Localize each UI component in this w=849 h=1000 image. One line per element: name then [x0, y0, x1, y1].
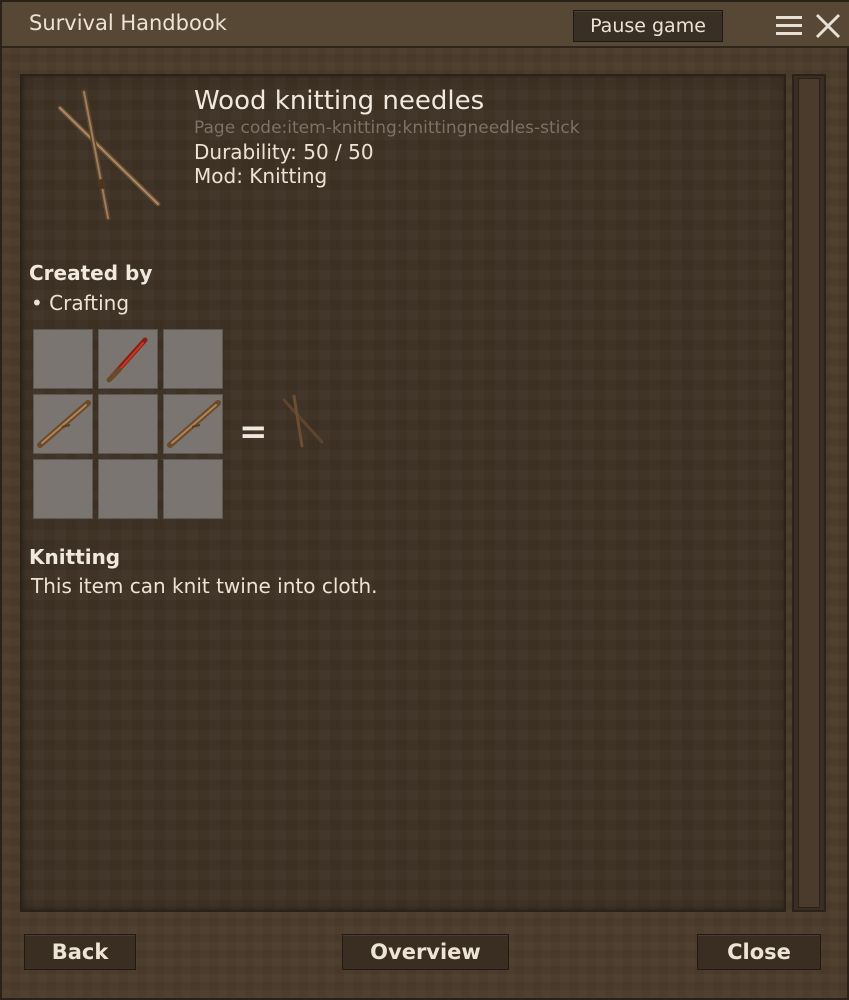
pause-game-button[interactable]: Pause game [573, 10, 723, 42]
grid-slot[interactable] [163, 394, 223, 454]
grid-slot[interactable] [33, 459, 93, 519]
knitting-needles-icon[interactable] [278, 392, 326, 448]
grid-slot[interactable] [98, 459, 158, 519]
handbook-window: Survival Handbook Pause game Wood knitti… [0, 0, 849, 1000]
crafting-grid [33, 329, 225, 521]
mod-text: Mod: Knitting [194, 164, 328, 188]
equals-sign: = [239, 412, 268, 452]
item-title: Wood knitting needles [194, 86, 485, 116]
grid-slot[interactable] [33, 394, 93, 454]
knife-icon [106, 337, 148, 383]
menu-icon[interactable] [774, 12, 804, 40]
created-by-heading: Created by [29, 261, 153, 285]
title-bar[interactable]: Survival Handbook Pause game [2, 2, 849, 48]
stick-icon [167, 400, 221, 448]
page-code: Page code:item-knitting:knittingneedles-… [194, 118, 580, 138]
knitting-heading: Knitting [29, 545, 121, 569]
grid-slot[interactable] [98, 329, 158, 389]
grid-slot[interactable] [163, 329, 223, 389]
back-button[interactable]: Back [24, 934, 136, 970]
scrollbar-thumb[interactable] [798, 78, 820, 908]
crafting-method-link[interactable]: • Crafting [31, 291, 129, 315]
knitting-description: This item can knit twine into cloth. [31, 574, 378, 598]
grid-slot[interactable] [98, 394, 158, 454]
durability-text: Durability: 50 / 50 [194, 140, 374, 164]
grid-slot[interactable] [163, 459, 223, 519]
stick-icon [37, 400, 91, 448]
close-icon[interactable] [814, 12, 842, 40]
scrollbar[interactable] [792, 74, 826, 912]
window-title: Survival Handbook [29, 11, 227, 35]
grid-slot[interactable] [33, 329, 93, 389]
knitting-needles-icon [57, 89, 161, 221]
close-button[interactable]: Close [697, 934, 821, 970]
overview-button[interactable]: Overview [342, 934, 509, 970]
